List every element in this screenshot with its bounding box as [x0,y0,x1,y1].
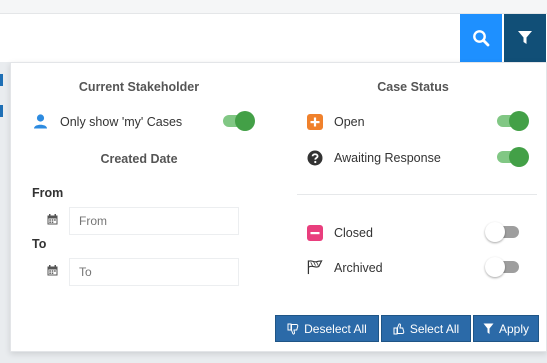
deselect-all-button[interactable]: Deselect All [275,315,379,342]
calendar-icon [47,265,58,276]
apply-label: Apply [498,321,530,336]
from-label: From [32,186,64,200]
status-awaiting-label: Awaiting Response [334,151,441,165]
stakeholder-heading: Current Stakeholder [78,80,200,94]
toggle-knob [235,111,255,131]
toggle-knob [509,111,529,131]
filter-icon [518,31,532,44]
user-icon [34,114,47,129]
apply-button[interactable]: Apply [473,315,539,342]
status-open-label: Open [334,115,365,129]
status-closed-toggle[interactable] [485,222,521,242]
filter-icon [483,323,494,334]
select-all-button[interactable]: Select All [381,315,471,342]
status-closed-label: Closed [334,226,373,240]
top-bar [0,0,547,14]
toggle-knob [509,147,529,167]
thumbs-down-icon [287,323,299,335]
status-open-toggle[interactable] [493,111,529,131]
toggle-knob [485,257,505,277]
search-button[interactable] [460,14,502,62]
status-divider [297,194,537,195]
to-label: To [32,237,47,251]
flag-icon [307,259,323,275]
filter-button[interactable] [504,14,546,62]
case-status-heading: Case Status [377,80,449,94]
my-cases-label: Only show 'my' Cases [60,115,183,129]
status-archived-toggle[interactable] [485,257,521,277]
left-edge-marker [0,74,3,86]
plus-square-icon [307,114,323,130]
to-date-input[interactable] [69,258,239,286]
select-all-label: Select All [409,321,460,336]
minus-square-icon [307,225,323,241]
toggle-knob [485,222,505,242]
question-circle-icon [307,150,323,166]
status-awaiting-toggle[interactable] [493,147,529,167]
toolbar [0,14,547,62]
from-date-input[interactable] [69,207,239,235]
thumbs-up-icon [393,322,405,334]
left-edge-marker [0,105,3,117]
my-cases-toggle[interactable] [219,111,255,131]
filter-panel: Current Stakeholder Only show 'my' Cases… [10,62,547,352]
created-date-heading: Created Date [100,152,178,166]
calendar-icon [47,214,58,225]
deselect-all-label: Deselect All [304,321,367,336]
status-archived-label: Archived [334,261,383,275]
search-icon [473,30,490,47]
